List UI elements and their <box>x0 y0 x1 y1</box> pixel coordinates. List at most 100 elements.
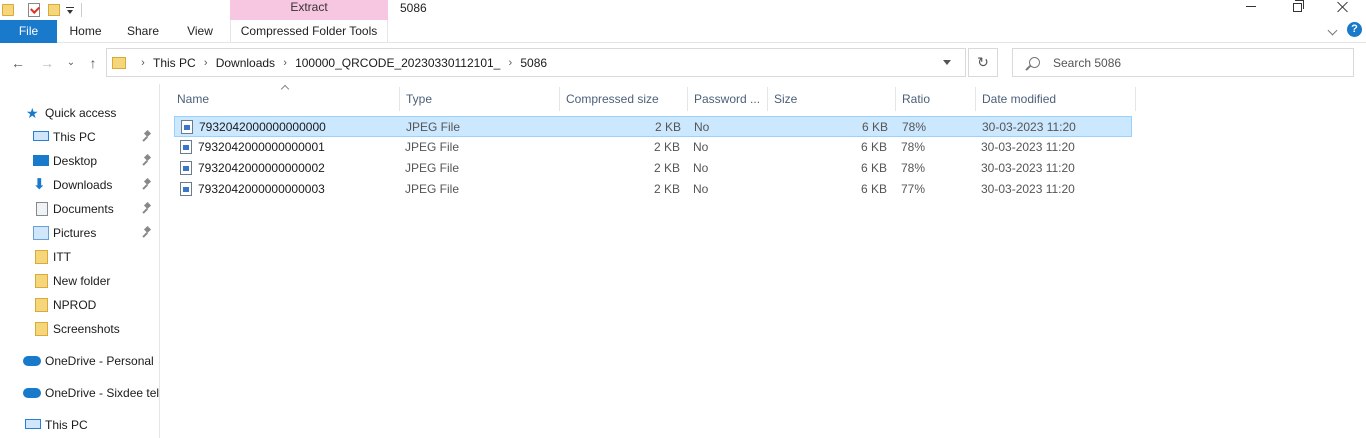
maximize-button[interactable] <box>1274 0 1320 20</box>
forward-arrow-icon[interactable]: → <box>38 54 56 72</box>
file-name: 7932042000000000000 <box>199 120 326 134</box>
column-header-name[interactable]: Name <box>171 87 400 111</box>
nav-item-new-folder[interactable]: New folder <box>0 270 158 292</box>
tab-share[interactable]: Share <box>114 20 172 43</box>
properties-icon[interactable] <box>28 3 40 17</box>
window-title: 5086 <box>400 1 427 15</box>
expand-ribbon-icon[interactable] <box>1328 27 1337 36</box>
file-list: Name Type Compressed size Password ... S… <box>161 84 1366 438</box>
quick-access-toolbar <box>0 0 82 20</box>
tab-view[interactable]: View <box>172 20 228 43</box>
folder-icon <box>35 274 48 288</box>
nav-item-onedrive-sixdee[interactable]: OneDrive - Sixdee tel <box>0 382 159 404</box>
nav-item-label: OneDrive - Personal <box>45 354 154 368</box>
table-row[interactable]: 7932042000000000003 JPEG File 2 KB No 6 … <box>174 179 1132 200</box>
refresh-button[interactable]: ↻ <box>968 48 998 77</box>
column-header-type[interactable]: Type <box>400 87 560 111</box>
nav-item-quick-access[interactable]: ★ Quick access <box>0 102 158 124</box>
breadcrumb-separator[interactable]: › <box>275 57 295 69</box>
jpeg-file-icon <box>181 120 193 134</box>
column-header-compressed-size[interactable]: Compressed size <box>560 87 688 111</box>
folder-icon[interactable] <box>2 4 14 16</box>
folder-icon <box>35 322 48 336</box>
folder-icon <box>35 298 48 312</box>
jpeg-file-icon <box>180 182 192 196</box>
table-row[interactable]: 7932042000000000002 JPEG File 2 KB No 6 … <box>174 158 1132 179</box>
new-folder-icon[interactable] <box>48 4 60 16</box>
nav-item-documents[interactable]: Documents <box>0 198 158 220</box>
file-compressed-size: 2 KB <box>654 120 681 134</box>
breadcrumb-separator[interactable]: › <box>133 57 153 69</box>
column-header-size[interactable]: Size <box>768 87 896 111</box>
breadcrumb-current-folder[interactable]: 5086 <box>520 56 547 70</box>
navigation-bar: ← → ⌄ ↑ › This PC › Downloads › 100000_Q… <box>0 44 1366 82</box>
back-arrow-icon[interactable]: ← <box>9 54 27 72</box>
file-ratio: 78% <box>901 140 926 154</box>
column-header-date-modified[interactable]: Date modified <box>976 87 1136 111</box>
close-button[interactable] <box>1320 0 1366 20</box>
pin-icon[interactable] <box>142 179 152 189</box>
pin-icon[interactable] <box>142 131 152 141</box>
breadcrumb-downloads[interactable]: Downloads <box>216 56 275 70</box>
breadcrumb-separator[interactable]: › <box>500 57 520 69</box>
nav-item-label: Desktop <box>53 154 98 168</box>
context-tab-group-label: Extract <box>230 0 388 20</box>
nav-item-desktop[interactable]: Desktop <box>0 150 158 172</box>
file-password: No <box>693 140 709 154</box>
file-password: No <box>694 120 710 134</box>
restore-icon <box>1292 0 1304 12</box>
file-compressed-size: 2 KB <box>653 182 680 196</box>
file-ratio: 78% <box>901 161 926 175</box>
minimize-button[interactable] <box>1228 0 1274 20</box>
breadcrumb-separator[interactable]: › <box>196 57 216 69</box>
file-name: 7932042000000000002 <box>198 161 325 175</box>
breadcrumb-this-pc[interactable]: This PC <box>153 56 196 70</box>
help-icon[interactable]: ? <box>1347 22 1362 37</box>
search-icon <box>1029 57 1040 68</box>
nav-item-downloads[interactable]: ⬇ Downloads <box>0 174 158 196</box>
column-header-ratio[interactable]: Ratio <box>896 87 976 111</box>
table-row[interactable]: 7932042000000000000 JPEG File 2 KB No 6 … <box>174 116 1132 137</box>
nav-item-nprod[interactable]: NPROD <box>0 294 158 316</box>
pin-icon[interactable] <box>142 227 152 237</box>
breadcrumb-archive[interactable]: 100000_QRCODE_20230330112101_ <box>295 56 500 70</box>
onedrive-icon <box>23 356 41 366</box>
nav-item-onedrive-personal[interactable]: OneDrive - Personal <box>0 350 158 372</box>
file-date: 30-03-2023 11:20 <box>981 161 1075 175</box>
table-row[interactable]: 7932042000000000001 JPEG File 2 KB No 6 … <box>174 137 1132 158</box>
title-bar: Extract 5086 <box>0 0 1366 20</box>
nav-item-label: New folder <box>53 274 111 288</box>
file-type: JPEG File <box>405 140 460 154</box>
up-arrow-icon[interactable]: ↑ <box>84 54 102 72</box>
pictures-icon <box>33 226 49 240</box>
recent-locations-icon[interactable]: ⌄ <box>64 54 78 72</box>
file-compressed-size: 2 KB <box>653 140 680 154</box>
pin-icon[interactable] <box>142 155 152 165</box>
customize-toolbar-icon[interactable] <box>66 5 74 15</box>
file-size: 6 KB <box>860 140 887 154</box>
toolbar-divider <box>81 3 82 17</box>
search-input[interactable]: Search 5086 <box>1012 48 1354 77</box>
tab-file[interactable]: File <box>0 20 57 43</box>
nav-item-screenshots[interactable]: Screenshots <box>0 318 158 340</box>
tab-compressed-folder-tools[interactable]: Compressed Folder Tools <box>230 20 388 43</box>
jpeg-file-icon <box>180 161 192 175</box>
address-dropdown-icon[interactable] <box>943 60 951 65</box>
navigation-pane: ★ Quick access This PC Desktop ⬇ Downloa… <box>0 84 160 438</box>
file-password: No <box>693 182 709 196</box>
pin-icon[interactable] <box>142 203 152 213</box>
nav-item-this-pc[interactable]: This PC <box>0 126 158 148</box>
file-ratio: 78% <box>902 120 927 134</box>
nav-item-pictures[interactable]: Pictures <box>0 222 158 244</box>
close-icon <box>1337 1 1349 13</box>
breadcrumb: › This PC › Downloads › 100000_QRCODE_20… <box>133 49 547 76</box>
address-bar[interactable]: › This PC › Downloads › 100000_QRCODE_20… <box>106 48 966 77</box>
column-header-password[interactable]: Password ... <box>688 87 768 111</box>
download-icon: ⬇ <box>33 176 46 193</box>
nav-item-label: This PC <box>45 418 88 432</box>
tab-home[interactable]: Home <box>57 20 114 43</box>
nav-item-this-pc-bottom[interactable]: This PC <box>0 414 158 436</box>
minimize-icon <box>1246 5 1256 7</box>
nav-item-itt[interactable]: ITT <box>0 246 158 268</box>
ribbon-tabs: File Home Share View Compressed Folder T… <box>0 20 1366 43</box>
